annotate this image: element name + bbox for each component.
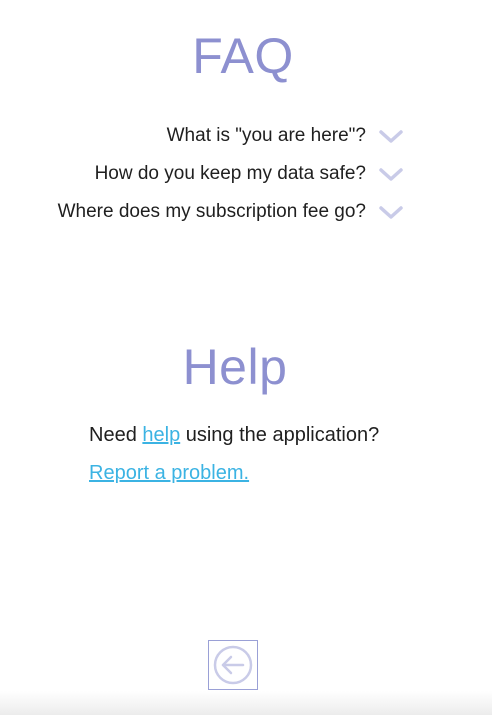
page: FAQ What is "you are here"? How do you k… [0,0,492,715]
faq-item[interactable]: How do you keep my data safe? [0,157,492,195]
help-text-prefix: Need [89,424,143,446]
help-title: Help [182,339,288,395]
faq-item[interactable]: Where does my subscription fee go? [0,195,492,233]
chevron-down-icon[interactable] [379,128,403,144]
faq-question: How do you keep my data safe? [94,163,366,184]
report-line: Report a problem. [89,458,449,488]
help-link[interactable]: help [142,424,180,446]
faq-question: Where does my subscription fee go? [57,201,366,222]
help-text-line: Need help using the application? [89,420,449,450]
faq-title: FAQ [192,28,294,84]
help-body: Need help using the application? Report … [89,420,449,488]
faq-item[interactable]: What is "you are here"? [0,119,492,157]
chevron-down-icon[interactable] [379,166,403,182]
bottom-shade [0,691,492,715]
arrow-left-circle-icon [213,645,253,685]
chevron-down-icon[interactable] [379,204,403,220]
help-text-suffix: using the application? [180,424,380,446]
back-button[interactable] [208,640,258,690]
report-problem-link[interactable]: Report a problem. [89,462,249,484]
faq-list: What is "you are here"? How do you keep … [0,119,492,233]
faq-question: What is "you are here"? [166,125,366,146]
